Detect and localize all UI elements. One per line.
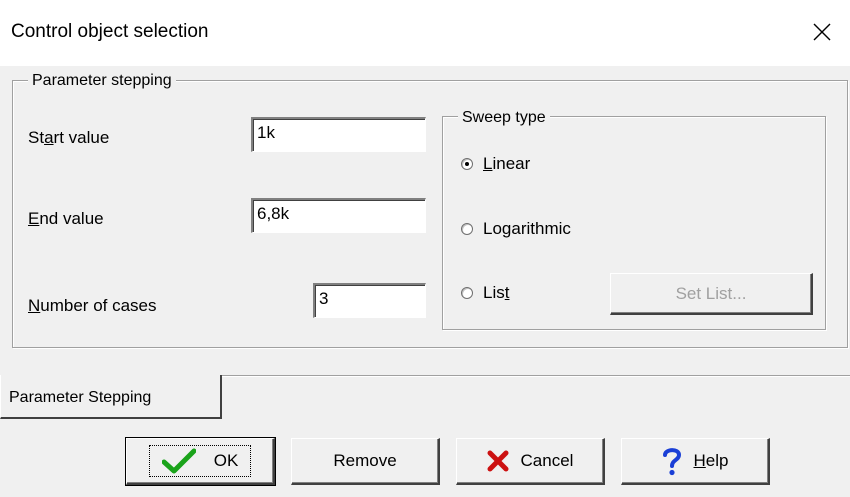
ok-button-label: OK <box>213 451 239 470</box>
tab-parameter-stepping-label: Parameter Stepping <box>9 389 152 406</box>
help-question-icon <box>662 448 681 476</box>
radio-logarithmic-button[interactable] <box>461 223 473 235</box>
radio-logarithmic[interactable]: Logarithmic <box>461 219 571 239</box>
tab-parameter-stepping[interactable]: Parameter Stepping <box>0 375 222 419</box>
sweep-type-group-title: Sweep type <box>458 109 550 127</box>
remove-button[interactable]: Remove <box>291 438 440 485</box>
help-button-label: Help <box>693 451 729 470</box>
radio-linear-label: Linear <box>483 154 531 173</box>
radio-list[interactable]: List <box>461 283 509 303</box>
ok-button-focus: OK <box>148 445 252 477</box>
radio-logarithmic-label: Logarithmic <box>483 219 571 238</box>
start-value-label: Start value <box>28 128 110 147</box>
radio-list-button[interactable] <box>461 287 473 299</box>
checkmark-icon <box>161 448 196 474</box>
close-icon[interactable] <box>810 20 834 44</box>
window-title: Control object selection <box>11 21 209 42</box>
set-list-button[interactable]: Set List... <box>610 273 813 315</box>
title-bar: Control object selection <box>0 0 850 66</box>
start-value-field[interactable]: 1k <box>251 117 426 152</box>
cancel-button[interactable]: Cancel <box>456 438 605 485</box>
help-button[interactable]: Help <box>621 438 770 485</box>
radio-linear[interactable]: Linear <box>461 154 530 174</box>
cancel-x-icon <box>487 450 509 472</box>
parameter-stepping-group-title: Parameter stepping <box>28 72 176 90</box>
cancel-button-label: Cancel <box>520 451 574 470</box>
number-of-cases-label: Number of cases <box>28 296 157 315</box>
radio-list-label: List <box>483 283 510 302</box>
end-value-label: End value <box>28 209 104 228</box>
ok-button[interactable]: OK <box>125 437 276 486</box>
end-value-field[interactable]: 6,8k <box>251 198 426 233</box>
radio-linear-button[interactable] <box>461 158 473 170</box>
number-of-cases-field[interactable]: 3 <box>313 283 426 318</box>
